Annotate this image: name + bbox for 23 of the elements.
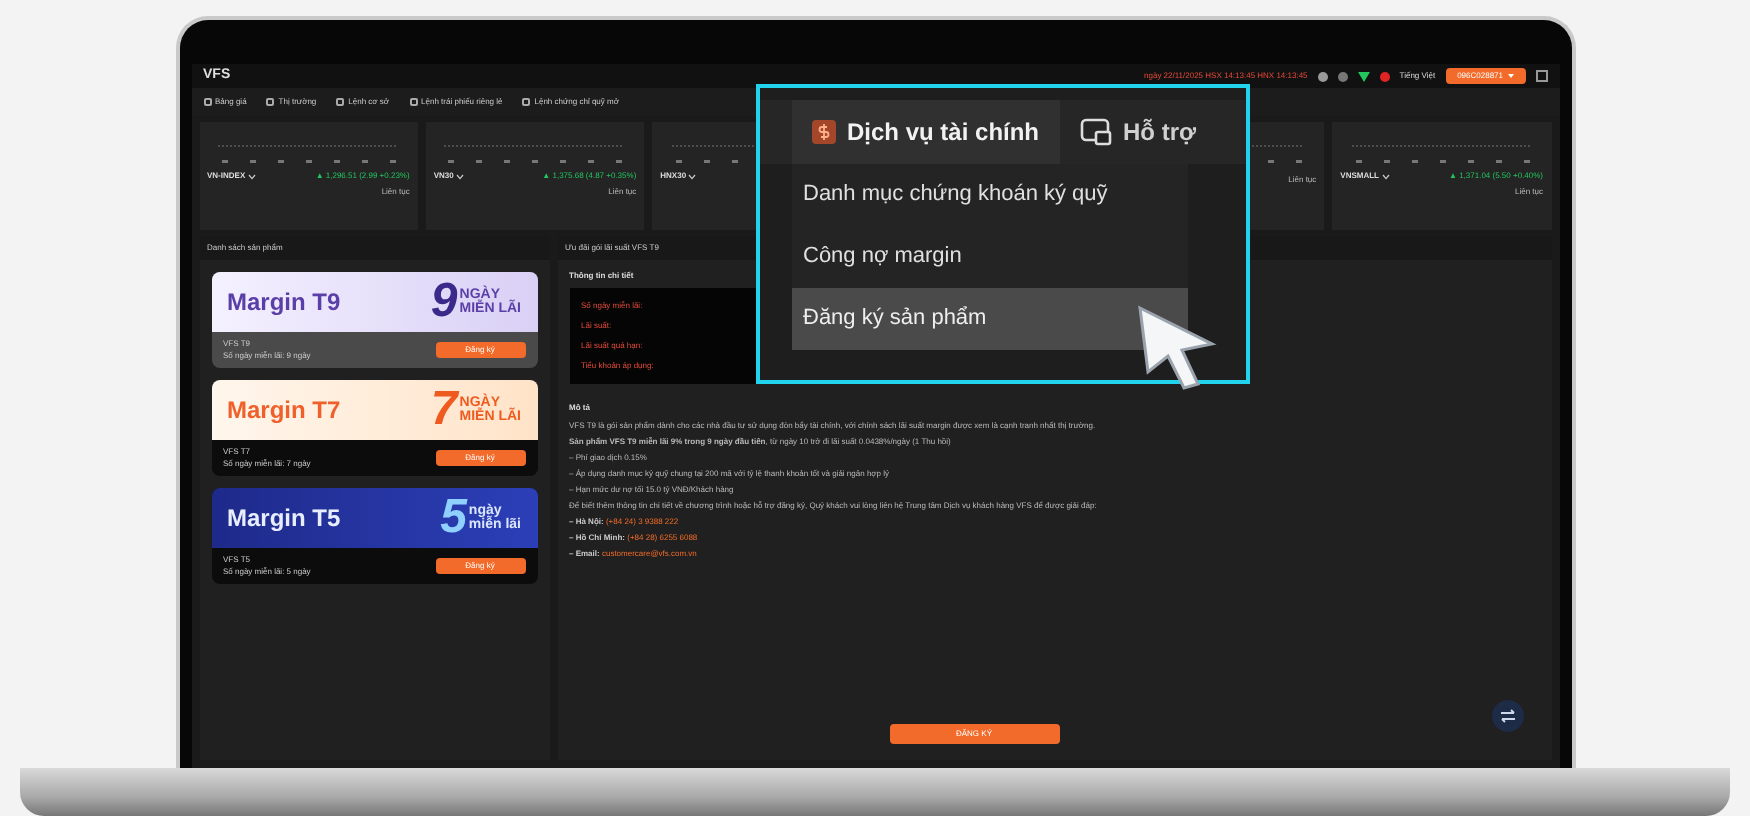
nav-icon	[266, 98, 275, 106]
nav-icon	[522, 98, 531, 106]
banner-days: 5	[440, 494, 467, 542]
banner-days: 7	[430, 386, 458, 434]
nav-icon	[409, 98, 418, 106]
banner-days: 9	[430, 278, 458, 326]
banner-title: Margin T7	[227, 394, 341, 428]
dollar-icon	[811, 120, 835, 144]
swap-icon[interactable]	[1491, 700, 1523, 732]
banner-title: Margin T9	[227, 286, 341, 320]
caret-icon	[1507, 74, 1513, 78]
chevron-down-icon[interactable]	[247, 173, 256, 179]
menu-tab[interactable]: Hỗ trợ	[1059, 100, 1217, 164]
menu-tab[interactable]: Dịch vụ tài chính	[791, 100, 1060, 164]
monitor-icon	[1079, 118, 1112, 146]
menu-item[interactable]: Đăng ký sản phẩm	[791, 288, 1187, 350]
menu-item[interactable]: Danh mục chứng khoán ký quỹ	[791, 164, 1187, 226]
banner-title: Margin T5	[227, 502, 341, 536]
nav-icon	[203, 98, 211, 106]
chevron-down-icon[interactable]	[688, 173, 697, 179]
chevron-down-icon[interactable]	[1381, 173, 1389, 179]
nav-icon	[336, 98, 345, 106]
chevron-down-icon[interactable]	[455, 173, 464, 179]
